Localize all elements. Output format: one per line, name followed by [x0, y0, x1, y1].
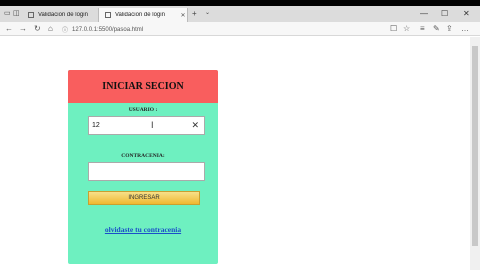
page-content: INICIAR SECION USUARIO : 12 I ✕ CONTRACE…: [0, 37, 470, 270]
page-icon: [105, 12, 111, 18]
favorite-icon[interactable]: ☆: [403, 23, 410, 34]
hub-icon[interactable]: ≡: [420, 23, 425, 34]
info-icon[interactable]: ⓘ: [62, 25, 68, 34]
maximize-icon[interactable]: ☐: [441, 9, 448, 18]
text-cursor-icon: I: [151, 120, 154, 130]
back-icon[interactable]: ←: [5, 23, 13, 34]
user-label: USUARIO :: [128, 107, 158, 113]
clear-input-icon[interactable]: ✕: [191, 120, 199, 131]
user-input[interactable]: 12 I ✕: [88, 116, 205, 135]
tab-strip: ▭ ◫ Validacion de login Validacion de lo…: [0, 6, 480, 22]
submit-button[interactable]: INGRESAR: [88, 191, 200, 205]
forgot-password-link[interactable]: olvidaste tu contracenia: [68, 225, 218, 234]
page-icon: [28, 12, 34, 18]
tab-aside-icon[interactable]: ◫: [13, 10, 20, 18]
tab-close-icon[interactable]: ✕: [179, 12, 187, 19]
password-input[interactable]: [88, 162, 205, 181]
url-text: 127.0.0.1:5500/pasoa.html: [72, 26, 144, 33]
browser-window: ▭ ◫ Validacion de login Validacion de lo…: [0, 6, 480, 270]
minimize-icon[interactable]: —: [420, 9, 428, 18]
refresh-icon[interactable]: ↻: [34, 23, 41, 34]
scrollbar-thumb[interactable]: [472, 46, 478, 246]
tab-preview-icon[interactable]: ▭: [4, 10, 11, 18]
home-icon[interactable]: ⌂: [48, 23, 53, 34]
tab-title: Validacion de login: [115, 12, 165, 18]
login-title: INICIAR SECION: [68, 70, 218, 103]
tab-inactive[interactable]: Validacion de login: [22, 8, 96, 22]
new-tab-icon[interactable]: +: [192, 9, 197, 18]
share-icon[interactable]: ⇪: [446, 23, 453, 34]
address-field[interactable]: ⓘ 127.0.0.1:5500/pasoa.html: [62, 25, 382, 35]
tab-active[interactable]: Validacion de login ✕: [98, 8, 188, 22]
address-bar-row: ← → ↻ ⌂ ⓘ 127.0.0.1:5500/pasoa.html ☐ ☆ …: [0, 22, 480, 36]
password-label: CONTRACENIA:: [121, 153, 165, 159]
close-window-icon[interactable]: ✕: [463, 9, 470, 18]
tab-menu-icon[interactable]: ⌄: [205, 9, 210, 16]
web-note-icon[interactable]: ✎: [433, 23, 440, 34]
login-card: INICIAR SECION USUARIO : 12 I ✕ CONTRACE…: [68, 70, 218, 264]
more-icon[interactable]: …: [461, 23, 469, 34]
user-input-value: 12: [92, 122, 100, 129]
tab-title: Validacion de login: [38, 12, 88, 18]
forward-icon[interactable]: →: [19, 23, 27, 34]
reading-view-icon[interactable]: ☐: [390, 23, 397, 34]
